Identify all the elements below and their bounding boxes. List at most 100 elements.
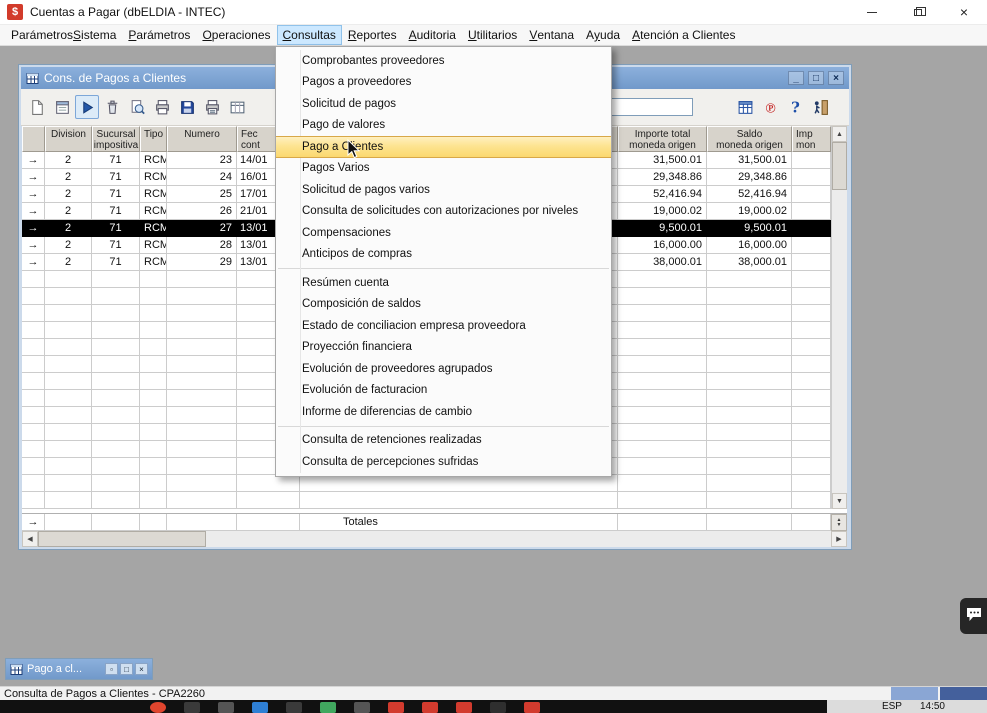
grid-cell-filler[interactable] — [300, 492, 618, 509]
grid-cell-division[interactable] — [45, 475, 92, 492]
grid-cell-importe[interactable]: 31,500.01 — [618, 152, 707, 169]
grid-cell-importe[interactable] — [618, 271, 707, 288]
grid-cell-tipo[interactable] — [140, 322, 167, 339]
menu-utilitarios[interactable]: Utilitarios — [462, 25, 523, 45]
grid-cell-tipo[interactable] — [140, 271, 167, 288]
grid-cell-division[interactable] — [45, 492, 92, 509]
grid-cell-importe[interactable]: 29,348.86 — [618, 169, 707, 186]
minimized-window-pago[interactable]: Pago a cl... ▫ □ × — [5, 658, 153, 680]
grid-cell-importe[interactable]: 52,416.94 — [618, 186, 707, 203]
grid-cell-importe[interactable]: 19,000.02 — [618, 203, 707, 220]
menu-item-composicio-n-de-saldos[interactable]: Composición de saldos — [276, 294, 611, 316]
grid-cell-numero[interactable] — [167, 441, 237, 458]
preview-button[interactable] — [125, 95, 149, 119]
grid-cell-imp2[interactable] — [792, 356, 831, 373]
grid-cell-tipo[interactable]: RCM — [140, 152, 167, 169]
grid-cell-indicator[interactable]: → — [22, 186, 45, 203]
taskbar-app-icon[interactable] — [422, 702, 438, 713]
menu-item-estado-de-conciliacion-empresa-proveedora[interactable]: Estado de conciliacion empresa proveedor… — [276, 315, 611, 337]
grid-cell-numero[interactable] — [167, 390, 237, 407]
grid-cell-saldo[interactable] — [707, 492, 792, 509]
grid-cell-saldo[interactable]: 31,500.01 — [707, 152, 792, 169]
menu-item-evolucio-n-de-proveedores-agrupados[interactable]: Evolución de proveedores agrupados — [276, 358, 611, 380]
grid-cell-sucursal[interactable]: 71 — [92, 220, 140, 237]
toolbar-input[interactable] — [603, 98, 693, 116]
grid-cell-tipo[interactable] — [140, 356, 167, 373]
grid-cell-imp2[interactable] — [792, 220, 831, 237]
grid-cell-saldo[interactable] — [707, 356, 792, 373]
vertical-scroll-thumb[interactable] — [832, 142, 847, 190]
grid-cell-tipo[interactable] — [140, 339, 167, 356]
table-row[interactable] — [22, 475, 831, 492]
child-close-button[interactable]: × — [828, 71, 844, 85]
close-button[interactable]: × — [941, 0, 987, 24]
grid-cell-tipo[interactable]: RCM — [140, 220, 167, 237]
language-indicator[interactable]: ESP — [882, 701, 902, 712]
grid-cell-saldo[interactable] — [707, 441, 792, 458]
grid-cell-imp2[interactable] — [792, 186, 831, 203]
grid-cell-numero[interactable] — [167, 322, 237, 339]
grid-cell-imp2[interactable] — [792, 254, 831, 271]
grid-cell-imp2[interactable] — [792, 237, 831, 254]
grid-cell-division[interactable] — [45, 424, 92, 441]
grid-cell-sucursal[interactable] — [92, 339, 140, 356]
menu-item-pagos-varios[interactable]: Pagos Varios — [276, 158, 611, 180]
grid-cell-importe[interactable] — [618, 475, 707, 492]
totals-grid-row[interactable]: →Totales — [22, 514, 831, 531]
column-header-imp2[interactable]: Impmon — [792, 126, 831, 152]
grid-cell-sucursal[interactable] — [92, 424, 140, 441]
taskbar-app-icon[interactable] — [252, 702, 268, 713]
grid-cell-imp2[interactable] — [792, 492, 831, 509]
grid-cell-numero[interactable] — [167, 424, 237, 441]
grid-cell-importe[interactable] — [618, 514, 707, 531]
grid-cell-numero[interactable] — [167, 514, 237, 531]
grid-cell-numero[interactable] — [167, 339, 237, 356]
menu-item-pago-de-valores[interactable]: Pago de valores — [276, 115, 611, 137]
grid-cell-indicator[interactable] — [22, 492, 45, 509]
grid-cell-sucursal[interactable] — [92, 407, 140, 424]
grid-cell-numero[interactable]: 28 — [167, 237, 237, 254]
grid-cell-imp2[interactable] — [792, 339, 831, 356]
grid-cell-saldo[interactable] — [707, 339, 792, 356]
grid-cell-imp2[interactable] — [792, 441, 831, 458]
vertical-scrollbar[interactable]: ▲ ▼ — [831, 126, 847, 509]
scroll-right-arrow[interactable]: ▶ — [831, 531, 847, 547]
grid-cell-numero[interactable]: 24 — [167, 169, 237, 186]
print-setup-button[interactable] — [200, 95, 224, 119]
grid-cell-sucursal[interactable] — [92, 373, 140, 390]
menu-item-consulta-de-solicitudes-con-autorizaciones-por-niveles[interactable]: Consulta de solicitudes con autorizacion… — [276, 201, 611, 223]
grid-cell-importe[interactable]: 9,500.01 — [618, 220, 707, 237]
taskbar-app-icon[interactable] — [456, 702, 472, 713]
menu-item-solicitud-de-pagos-varios[interactable]: Solicitud de pagos varios — [276, 179, 611, 201]
grid-cell-imp2[interactable] — [792, 152, 831, 169]
restore-button[interactable] — [895, 0, 941, 24]
grid-cell-saldo[interactable] — [707, 322, 792, 339]
grid-cell-division[interactable] — [45, 322, 92, 339]
grid-cell-importe[interactable] — [618, 458, 707, 475]
grid-cell-numero[interactable]: 27 — [167, 220, 237, 237]
column-header-saldo[interactable]: Saldomoneda origen — [707, 126, 792, 152]
grid-cell-tipo[interactable] — [140, 441, 167, 458]
grid-cell-tipo[interactable]: RCM — [140, 237, 167, 254]
grid-cell-numero[interactable] — [167, 271, 237, 288]
grid-cell-division[interactable]: 2 — [45, 237, 92, 254]
grid-cell-indicator[interactable]: → — [22, 514, 45, 531]
menu-consultas[interactable]: Consultas — [277, 25, 342, 45]
grid-cell-indicator[interactable] — [22, 407, 45, 424]
child-minimize-button[interactable]: _ — [788, 71, 804, 85]
grid-cell-importe[interactable] — [618, 441, 707, 458]
grid-cell-numero[interactable] — [167, 492, 237, 509]
column-header-sucursal[interactable]: Sucursalimpositiva — [92, 126, 140, 152]
grid-cell-imp2[interactable] — [792, 373, 831, 390]
grid-cell-fecha[interactable] — [237, 475, 300, 492]
grid-cell-importe[interactable] — [618, 322, 707, 339]
grid-cell-sucursal[interactable]: 71 — [92, 237, 140, 254]
taskbar-app-icon[interactable] — [320, 702, 336, 713]
grid-cell-saldo[interactable] — [707, 407, 792, 424]
grid-cell-tipo[interactable] — [140, 458, 167, 475]
form-button[interactable] — [50, 95, 74, 119]
grid-cell-imp2[interactable] — [792, 475, 831, 492]
grid-cell-sucursal[interactable] — [92, 271, 140, 288]
grid-cell-division[interactable] — [45, 373, 92, 390]
grid-cell-indicator[interactable] — [22, 339, 45, 356]
